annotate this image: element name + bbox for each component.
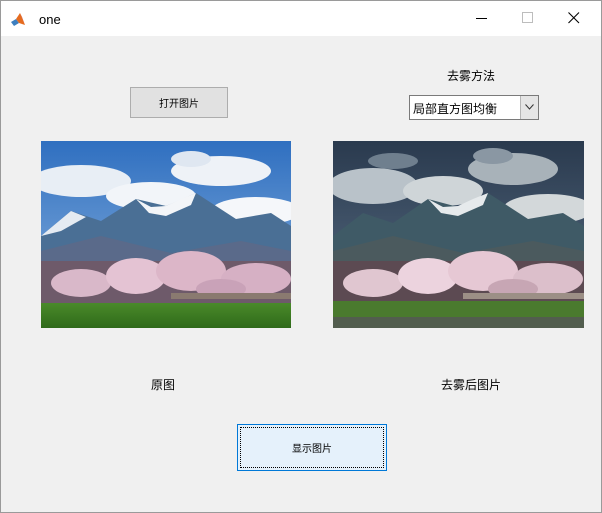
dropdown-arrow[interactable] <box>520 96 538 119</box>
dehaze-method-value: 局部直方图均衡 <box>413 102 498 116</box>
minimize-icon <box>476 18 487 19</box>
window-title: one <box>39 12 61 27</box>
close-icon <box>568 12 580 24</box>
open-image-button[interactable]: 打开图片 <box>130 87 228 118</box>
title-bar[interactable]: one <box>1 1 601 36</box>
original-image <box>41 141 291 328</box>
chevron-down-icon <box>525 104 534 110</box>
app-window: one 打开图片 去雾方法 局部直方图均衡 原图 去雾后图片 显示图片 <box>0 0 602 513</box>
dehaze-method-select[interactable]: 局部直方图均衡 <box>409 95 539 120</box>
dehazed-image <box>333 141 584 328</box>
maximize-button[interactable] <box>505 1 551 36</box>
open-image-button-label: 打开图片 <box>159 99 199 110</box>
dehazed-image-label: 去雾后图片 <box>441 378 502 392</box>
dehaze-method-label: 去雾方法 <box>447 69 496 83</box>
show-image-button[interactable]: 显示图片 <box>237 424 387 471</box>
maximize-icon <box>522 12 533 23</box>
minimize-button[interactable] <box>459 1 505 36</box>
original-image-label: 原图 <box>151 378 176 392</box>
focus-rectangle <box>240 427 384 468</box>
close-button[interactable] <box>551 1 597 36</box>
matlab-icon <box>10 12 26 28</box>
